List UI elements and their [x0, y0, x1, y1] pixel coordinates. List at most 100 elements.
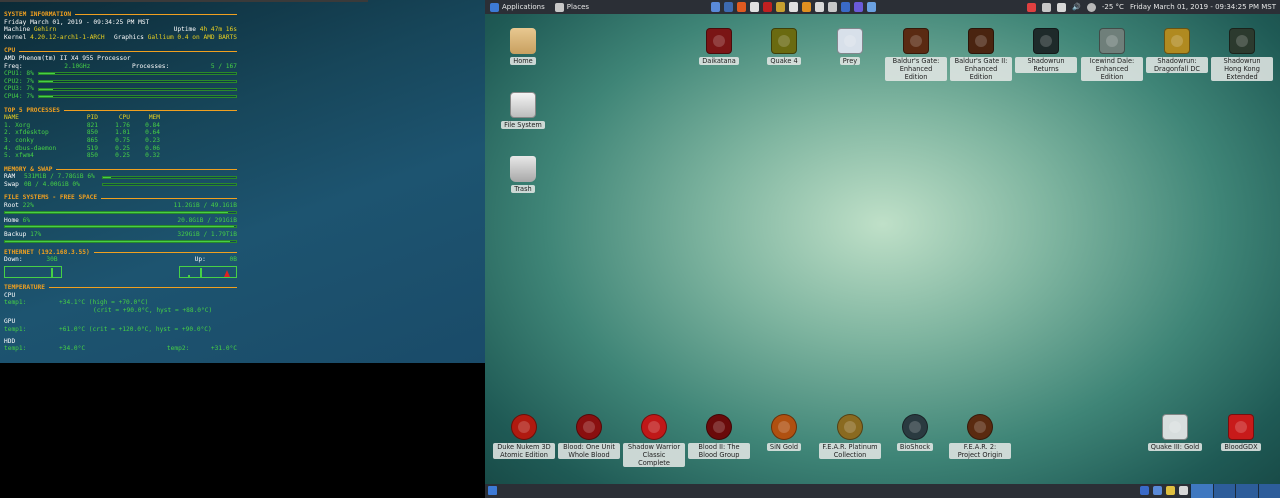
game-shortcut[interactable]: F.E.A.R. Platinum Collection	[819, 414, 881, 459]
archive-launcher-icon[interactable]	[776, 2, 785, 12]
home-desktop-icon-icon	[510, 28, 536, 54]
game-shortcut[interactable]: Quake 4	[753, 28, 815, 65]
trash-desktop-icon-icon	[510, 156, 536, 182]
filesystem-row: Root 22% 11.2GiB / 49.1GiB	[4, 202, 237, 210]
machine-row: Machine Gehirn Uptime 4h 47m 16s	[4, 26, 237, 34]
game-shortcut-icon	[1228, 414, 1254, 440]
game-shortcut-icon	[967, 414, 993, 440]
image-viewer-launcher-icon[interactable]	[815, 2, 824, 12]
game-shortcut-icon	[706, 414, 732, 440]
conky-system-monitor: SYSTEM INFORMATION Friday March 01, 2019…	[4, 11, 237, 353]
game-shortcut[interactable]: Duke Nukem 3D Atomic Edition	[493, 414, 555, 459]
game-shortcut[interactable]: Shadowrun: Dragonfall DC	[1146, 28, 1208, 73]
process-table-header: NAME PID CPU MEM	[4, 114, 237, 122]
applications-menu-icon	[490, 2, 499, 12]
notes-tray-icon[interactable]	[1166, 486, 1175, 495]
sysinfo-heading: SYSTEM INFORMATION	[4, 11, 237, 19]
cpu-core-bar	[38, 87, 237, 91]
hdd-temp-row: temp1: +34.0°C temp2: +31.0°C	[4, 345, 237, 353]
conky-datetime: Friday March 01, 2019 - 09:34:25 PM MST	[4, 18, 150, 26]
filesystem-bar	[4, 225, 237, 229]
file-system-desktop-icon[interactable]: File System	[492, 92, 554, 129]
filesystems-heading: FILE SYSTEMS - FREE SPACE	[4, 194, 237, 202]
game-shortcut[interactable]: Icewind Dale: Enhanced Edition	[1081, 28, 1143, 81]
game-shortcut-icon	[902, 414, 928, 440]
places-menu[interactable]: Places	[550, 0, 594, 14]
workspace-1[interactable]	[1190, 484, 1213, 498]
game-shortcut-icon	[706, 28, 732, 54]
game-shortcut-icon	[511, 414, 537, 440]
home-desktop-icon[interactable]: Home	[492, 28, 554, 65]
top-strip	[0, 0, 368, 2]
net-speed-row: Down: 30B Up: 0B	[4, 256, 237, 264]
clipboard-tray-icon[interactable]	[1179, 486, 1188, 495]
settings-launcher-icon[interactable]	[867, 2, 876, 12]
media-launcher-icon[interactable]	[789, 2, 798, 12]
game-shortcut[interactable]: BloodGDX	[1210, 414, 1272, 451]
battery-icon[interactable]	[1027, 2, 1037, 12]
volume-icon[interactable]: 🔊	[1072, 3, 1081, 11]
kernel-row: Kernel 4.20.12-arch1-1-ARCH Graphics Gal…	[4, 33, 237, 41]
workspace-3[interactable]	[1235, 484, 1258, 498]
filesystem-row: Home 6% 20.8GiB / 291GiB	[4, 216, 237, 224]
vlc-launcher-icon[interactable]	[802, 2, 811, 12]
trash-desktop-icon[interactable]: Trash	[492, 156, 554, 193]
game-shortcut[interactable]: Baldur's Gate II: Enhanced Edition	[950, 28, 1012, 81]
text-editor-launcher-icon[interactable]	[750, 2, 759, 12]
network-icon[interactable]	[1042, 2, 1052, 12]
weather-temperature[interactable]: -25 °C	[1102, 3, 1124, 11]
places-menu-icon	[554, 2, 564, 12]
workspace-4[interactable]	[1257, 484, 1280, 498]
workspace-2[interactable]	[1212, 484, 1235, 498]
game-shortcut-icon	[1162, 414, 1188, 440]
cpu-core-row: CPU2: 7%	[4, 78, 237, 86]
cpu-freq-row: Freq: 2.10GHz Processes: 5 / 167	[4, 62, 237, 70]
processes-heading: TOP 5 PROCESSES	[4, 107, 237, 115]
right-monitor-desktop[interactable]: Applications Places 🔊 -25 °C Friday Marc…	[485, 0, 1280, 498]
gpu-temp-heading: GPU	[4, 318, 16, 326]
show-desktop-icon[interactable]	[488, 486, 497, 495]
gpu-temp-row: temp1: +61.0°C (crit = +120.0°C, hyst = …	[4, 326, 212, 333]
cpu-model: AMD Phenom(tm) II X4 955 Processor	[4, 54, 131, 62]
net-graphs	[4, 266, 237, 279]
swap-row: Swap 0B / 4.00GiB 0%	[4, 181, 237, 189]
steam-launcher-icon[interactable]	[841, 2, 850, 12]
cpu-temp-row: temp1: +34.1°C (high = +70.0°C) (crit = …	[4, 299, 213, 314]
chat-launcher-icon[interactable]	[854, 2, 863, 12]
window-launcher-icon[interactable]	[724, 2, 733, 12]
game-shortcut[interactable]: BioShock	[884, 414, 946, 451]
game-shortcut[interactable]: Blood II: The Blood Group	[688, 414, 750, 459]
ethernet-heading: ETHERNET (192.168.3.55)	[4, 249, 237, 257]
game-shortcut[interactable]: Shadowrun Returns	[1015, 28, 1077, 73]
process-column-header: MEM	[148, 114, 160, 122]
game-shortcut[interactable]: F.E.A.R. 2: Project Origin	[949, 414, 1011, 459]
display-tray-icon[interactable]	[1153, 486, 1162, 495]
game-shortcut[interactable]: Prey	[819, 28, 881, 65]
swap-bar	[102, 183, 237, 187]
panel-clock[interactable]: Friday March 01, 2019 - 09:34:25 PM MST	[1130, 3, 1276, 11]
game-shortcut[interactable]: Shadowrun Hong Kong Extended	[1211, 28, 1273, 81]
game-shortcut[interactable]: Baldur's Gate: Enhanced Edition	[885, 28, 947, 81]
game-shortcut[interactable]: SiN Gold	[753, 414, 815, 451]
pen-icon[interactable]	[1057, 2, 1067, 12]
game-shortcut-icon	[576, 414, 602, 440]
game-shortcut-icon	[1033, 28, 1059, 54]
process-column-header: PID	[86, 114, 98, 122]
reader-launcher-icon[interactable]	[763, 2, 772, 12]
applications-menu[interactable]: Applications	[485, 0, 550, 14]
process-row: 4. dbus-daemon 519 0.25 0.06	[4, 144, 160, 152]
process-column-header: CPU	[118, 114, 130, 122]
game-shortcut[interactable]: Blood: One Unit Whole Blood	[558, 414, 620, 459]
filesystem-bar	[4, 210, 237, 214]
game-shortcut[interactable]: Shadow Warrior Classic Complete	[623, 414, 685, 467]
game-shortcut[interactable]: Quake III: Gold	[1144, 414, 1206, 451]
file-manager-launcher-icon[interactable]	[711, 2, 720, 12]
game-shortcut-icon	[771, 28, 797, 54]
system-tray: 🔊 -25 °C Friday March 01, 2019 - 09:34:2…	[1027, 0, 1276, 14]
printer-launcher-icon[interactable]	[828, 2, 837, 12]
game-shortcut[interactable]: Daikatana	[688, 28, 750, 65]
cpu-core-row: CPU1: 8%	[4, 70, 237, 78]
steam-tray-icon[interactable]	[1140, 486, 1149, 495]
game-shortcut-icon	[1099, 28, 1125, 54]
firefox-launcher-icon[interactable]	[737, 2, 746, 12]
